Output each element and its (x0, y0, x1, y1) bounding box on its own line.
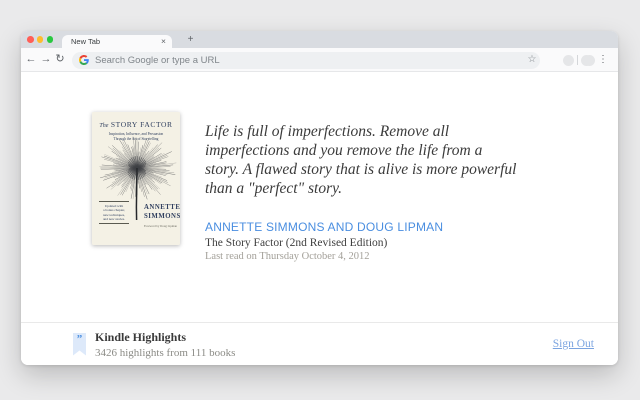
cover-foreword: Foreword by Doug Lipman (144, 224, 177, 228)
cover-title: The STORY FACTOR (92, 120, 180, 129)
zoom-window-button[interactable] (47, 36, 54, 43)
kindle-highlights-bookmark-icon: ” (73, 333, 86, 356)
page-content: The STORY FACTOR Inspiration, Influence,… (21, 72, 618, 322)
new-tab-button[interactable]: + (184, 34, 197, 47)
address-bar[interactable]: Search Google or type a URL (72, 52, 540, 69)
highlight-stats: 3426 highlights from 111 books (95, 347, 235, 359)
tab-bar: New Tab × + (21, 31, 618, 48)
window-controls (27, 36, 53, 43)
toolbar-divider (577, 55, 578, 65)
close-window-button[interactable] (27, 36, 34, 43)
extension-icon-1[interactable] (563, 55, 574, 66)
back-button[interactable]: ← (24, 48, 38, 72)
sign-out-link[interactable]: Sign Out (553, 338, 594, 350)
browser-window: New Tab × + ← → ↻ Search Google or type … (21, 31, 618, 365)
app-footer: ” Kindle Highlights 3426 highlights from… (21, 322, 618, 365)
reload-button[interactable]: ↻ (53, 48, 67, 72)
cover-badge: Updated with a bonus chapter, new techni… (99, 201, 129, 224)
last-read-date: Last read on Thursday October 4, 2012 (205, 251, 370, 262)
menu-icon[interactable]: ⋮ (597, 48, 609, 72)
app-name: Kindle Highlights (95, 330, 235, 345)
book-authors-link[interactable]: ANNETTE SIMMONS AND DOUG LIPMAN (205, 220, 443, 234)
search-input[interactable]: Search Google or type a URL (95, 55, 220, 66)
tab-new-tab[interactable]: New Tab × (62, 35, 172, 49)
minimize-window-button[interactable] (37, 36, 44, 43)
cover-author: ANNETTE SIMMONS (144, 204, 180, 221)
footer-text: Kindle Highlights 3426 highlights from 1… (95, 330, 235, 359)
google-logo-icon (79, 55, 89, 65)
browser-toolbar: ← → ↻ Search Google or type a URL ☆ ⋮ (21, 48, 618, 72)
book-title: The Story Factor (2nd Revised Edition) (205, 237, 387, 249)
forward-button[interactable]: → (39, 48, 53, 72)
profile-avatar[interactable] (584, 55, 595, 66)
tab-close-icon[interactable]: × (161, 36, 166, 46)
tab-title: New Tab (71, 37, 100, 46)
cover-subtitle: Inspiration, Influence, and Persuasion T… (92, 132, 180, 141)
highlight-quote: Life is full of imperfections. Remove al… (205, 122, 557, 198)
bookmark-star-icon[interactable]: ☆ (524, 48, 540, 72)
book-cover[interactable]: The STORY FACTOR Inspiration, Influence,… (92, 112, 180, 245)
